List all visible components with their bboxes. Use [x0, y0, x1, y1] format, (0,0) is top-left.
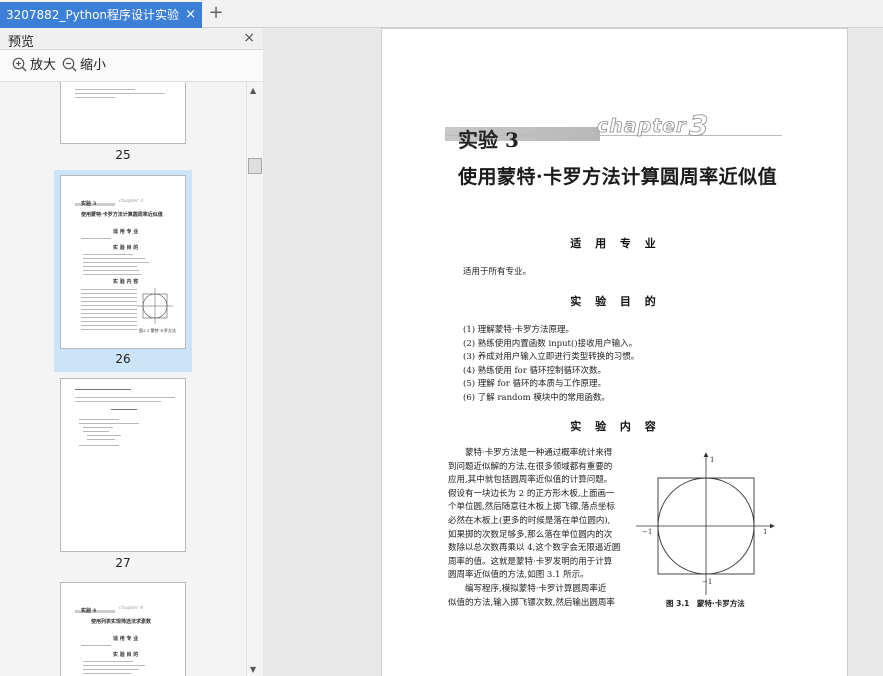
preview-close-icon[interactable]: × [243, 30, 255, 46]
new-tab-button[interactable]: + [207, 4, 225, 24]
thumbnail-page-27[interactable]: 27 [54, 376, 192, 576]
document-viewport[interactable]: 实验 3 chapter 3 使用蒙特·卡罗方法计算圆周率近似值 适 用 专 业… [264, 28, 883, 676]
label-top: 1 [710, 456, 714, 464]
zoom-in-icon [12, 57, 27, 72]
thumbnail-page-number: 27 [115, 556, 131, 570]
goal-item: (3) 养成对用户输入立即进行类型转换的习惯。 [463, 352, 640, 362]
tab-bar: 3207882_Python程序设计实验 × + [0, 0, 883, 28]
chapter-number: 3 [689, 109, 709, 143]
label-left: −1 [642, 528, 652, 536]
thumb-title: 使用列表实现筛选法求素数 [91, 619, 152, 625]
label-right: 1 [763, 528, 767, 536]
content-line: 如果掷的次数足够多,那么落在单位圆内的次 [448, 529, 613, 540]
content-line: 应用,其中就包括圆周率近似值的计算问题。 [448, 475, 613, 486]
scroll-up-icon[interactable]: ▲ [250, 86, 256, 95]
zoom-out-label: 缩小 [80, 58, 107, 73]
content-line: 蒙特·卡罗方法是一种通过概率统计来得 [448, 448, 613, 458]
monte-carlo-figure: 1 −1 −1 1 [636, 452, 775, 595]
thumbnail-image [60, 82, 186, 144]
content-line: 似值的方法,输入掷飞镖次数,然后输出圆周率 [448, 597, 615, 608]
goal-item: (6) 了解 random 模块中的常用函数。 [463, 393, 610, 403]
tab-close-icon[interactable]: × [185, 2, 196, 28]
content-line: 编写程序,模拟蒙特·卡罗计算圆周率近 [448, 583, 607, 594]
thumbnail-page-25[interactable]: 25 [54, 82, 192, 166]
content-line: 到问题近似解的方法,在很多领域都有重要的 [448, 461, 613, 472]
thumbnail-list: 25 实验 3 chapter 3 使用蒙特·卡罗方法计算圆周率近似值 适 用 … [0, 82, 246, 676]
section-heading-applicable: 适 用 专 业 [570, 237, 661, 250]
thumb-exp-label: 实验 4 [81, 608, 97, 614]
content-paragraph: 蒙特·卡罗方法是一种通过概率统计来得 到问题近似解的方法,在很多领域都有重要的 … [448, 447, 630, 610]
thumb-heading: 实 验 内 容 [113, 279, 139, 285]
section-heading-content: 实 验 内 容 [570, 420, 661, 433]
experiment-title: 使用蒙特·卡罗方法计算圆周率近似值 [458, 166, 778, 188]
thumbnail-page-number: 26 [115, 352, 131, 366]
goal-item: (2) 熟练使用内置函数 input()接收用户输入。 [463, 339, 638, 349]
thumbnail-image: 实验 4 chapter 4 使用列表实现筛选法求素数 适 用 专 业 实 验 … [60, 582, 186, 676]
thumbnail-scrollbar[interactable]: ▲ ▼ [246, 82, 263, 676]
thumbnail-image [60, 378, 186, 552]
content-line: 数除以总次数再乘以 4,这个数字会无限逼近圆 [448, 543, 621, 554]
thumbnail-page-26[interactable]: 实验 3 chapter 3 使用蒙特·卡罗方法计算圆周率近似值 适 用 专 业… [54, 170, 192, 372]
scroll-down-icon[interactable]: ▼ [250, 665, 256, 674]
thumb-figure [137, 288, 173, 324]
thumbnail-page-number: 25 [115, 148, 131, 162]
content-line: 周率的值。这就是蒙特·卡罗发明的用于计算 [448, 556, 613, 567]
zoom-in-label: 放大 [30, 58, 57, 73]
pdf-reader-window: 3207882_Python程序设计实验 × + 预览 × 放大 缩小 25 实… [0, 0, 883, 676]
applicable-text: 适用于所有专业。 [463, 267, 532, 277]
content-line: 假设有一块边长为 2 的正方形木板,上面画一 [448, 488, 615, 499]
preview-panel: 预览 × 放大 缩小 25 实验 3 chapter 3 使用蒙特·卡罗方法计算… [0, 28, 263, 676]
figure-caption: 图 3.1 蒙特·卡罗方法 [666, 599, 745, 608]
zoom-out-button[interactable]: 缩小 [62, 56, 106, 76]
thumbnail-image: 实验 3 chapter 3 使用蒙特·卡罗方法计算圆周率近似值 适 用 专 业… [60, 175, 186, 349]
tab-title: 3207882_Python程序设计实验 [6, 8, 180, 22]
scrollbar-thumb[interactable] [248, 158, 262, 174]
goal-item: (5) 理解 for 循环的本质与工作原理。 [463, 379, 606, 389]
document-tab[interactable]: 3207882_Python程序设计实验 × [0, 2, 202, 28]
zoom-in-button[interactable]: 放大 [12, 56, 56, 76]
thumb-chapter: chapter 3 [119, 198, 144, 204]
zoom-out-icon [62, 57, 77, 72]
thumb-heading: 实 验 目 的 [113, 652, 139, 658]
thumb-exp-label: 实验 3 [81, 201, 97, 207]
zoom-toolbar: 放大 缩小 [0, 50, 263, 82]
document-page: 实验 3 chapter 3 使用蒙特·卡罗方法计算圆周率近似值 适 用 专 业… [381, 28, 848, 676]
thumb-heading: 适 用 专 业 [113, 229, 139, 235]
chapter-word: chapter [597, 115, 687, 138]
goal-item: (4) 熟练使用 for 循环控制循环次数。 [463, 366, 606, 376]
label-bottom: −1 [702, 578, 712, 586]
preview-panel-header: 预览 × [0, 28, 263, 50]
thumb-heading: 实 验 目 的 [113, 245, 139, 251]
thumbnail-page-28[interactable]: 实验 4 chapter 4 使用列表实现筛选法求素数 适 用 专 业 实 验 … [54, 582, 192, 676]
content-line: 必然在木板上(更多的时候是落在单位圆内), [448, 515, 611, 526]
goal-item: (1) 理解蒙特·卡罗方法原理。 [463, 325, 574, 335]
experiment-label: 实验 3 [458, 128, 519, 152]
thumb-chapter: chapter 4 [119, 605, 144, 611]
thumb-title: 使用蒙特·卡罗方法计算圆周率近似值 [81, 212, 163, 218]
thumb-caption: 图3.1 蒙特·卡罗方法 [139, 328, 176, 333]
section-heading-goals: 实 验 目 的 [570, 295, 661, 308]
content-line: 个单位圆,然后随意往木板上掷飞镖,落点坐标 [448, 502, 615, 513]
thumb-heading: 适 用 专 业 [113, 636, 139, 642]
preview-panel-title: 预览 [8, 35, 35, 50]
content-line: 圆周率近似值的方法,如图 3.1 所示。 [448, 570, 589, 581]
